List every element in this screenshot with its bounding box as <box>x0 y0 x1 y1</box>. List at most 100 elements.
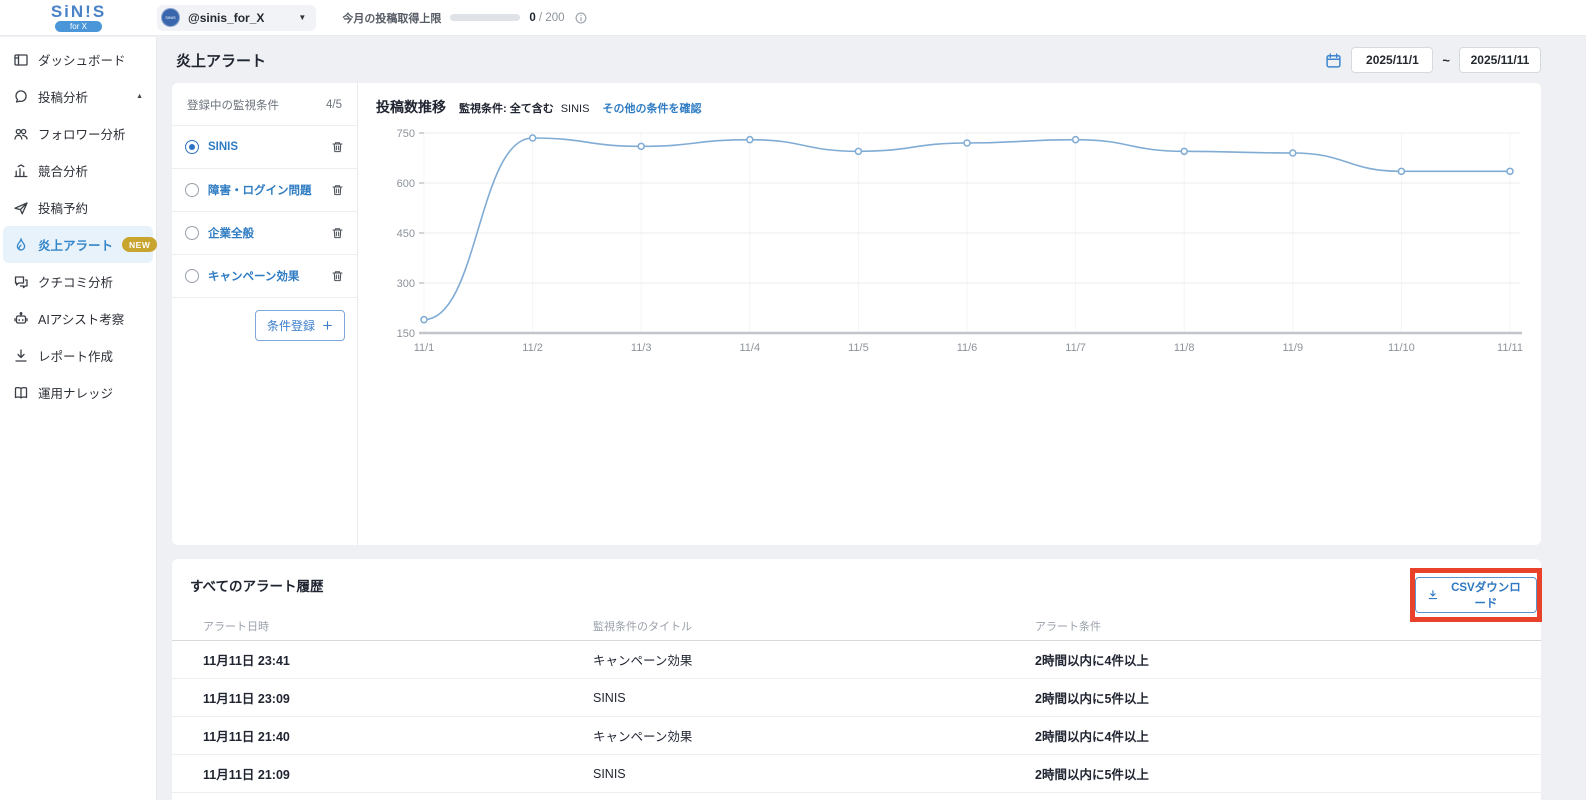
alert-history-card: すべてのアラート履歴 CSVダウンロード アラート日時 監視条件のタイトル アラ… <box>172 559 1542 800</box>
calendar-icon[interactable] <box>1325 52 1342 69</box>
sidebar-item-follower-analysis[interactable]: フォロワー分析 <box>3 115 153 152</box>
quota-progress-bar <box>450 14 521 21</box>
alert-datetime: 11月11日 21:40 <box>203 730 290 744</box>
sidebar-item-label: 炎上アラート <box>38 239 114 253</box>
register-condition-button[interactable]: 条件登録 <box>254 310 345 341</box>
app-logo[interactable]: SiN!S for X <box>0 3 157 32</box>
condition-label[interactable]: 企業全般 <box>208 225 254 241</box>
condition-label[interactable]: SINIS <box>208 141 238 153</box>
alert-datetime: 11月11日 23:09 <box>203 692 290 706</box>
svg-text:750: 750 <box>397 128 415 140</box>
condition-row[interactable]: キャンペーン効果 <box>172 254 357 297</box>
download-icon <box>1427 588 1439 602</box>
date-range-separator: ~ <box>1442 52 1450 68</box>
history-table-row: 11月11日 23:41 キャンペーン効果 2時間以内に4件以上 <box>172 641 1541 679</box>
svg-text:150: 150 <box>397 328 415 340</box>
reviews-icon <box>13 274 29 290</box>
condition-radio[interactable] <box>185 226 199 240</box>
condition-title: キャンペーン効果 <box>593 730 693 744</box>
sidebar-item-label: クチコミ分析 <box>38 276 114 290</box>
condition-title: SINIS <box>593 690 626 705</box>
svg-text:600: 600 <box>397 178 415 190</box>
flame-alert-icon <box>13 237 29 253</box>
account-avatar: SINIS <box>161 8 180 27</box>
info-icon[interactable] <box>574 11 588 25</box>
condition-label[interactable]: 障害・ログイン問題 <box>208 182 312 198</box>
csv-download-button[interactable]: CSVダウンロード <box>1415 577 1537 613</box>
main-content: 炎上アラート 2025/11/1 ~ 2025/11/11 登録中の監視条件 4… <box>158 37 1586 800</box>
condition-radio[interactable] <box>185 183 199 197</box>
sidebar-item-label: 運用ナレッジ <box>38 387 114 401</box>
quota-section: 今月の投稿取得上限 0 / 200 <box>342 10 587 26</box>
sidebar-item-label: レポート作成 <box>38 350 114 364</box>
date-from-input[interactable]: 2025/11/1 <box>1351 47 1434 73</box>
sidebar-item-flame-alert[interactable]: 炎上アラート NEW <box>3 226 158 263</box>
conditions-header: 登録中の監視条件 <box>187 100 279 112</box>
sidebar-item-competitor-analysis[interactable]: 競合分析 <box>3 152 153 189</box>
condition-row[interactable]: 障害・ログイン問題 <box>172 168 357 211</box>
history-table-row: 11月11日 21:09 SINIS 2時間以内に5件以上 <box>172 755 1541 793</box>
svg-text:11/6: 11/6 <box>957 342 978 354</box>
sidebar-item-knowledge[interactable]: 運用ナレッジ <box>3 374 153 411</box>
trash-icon[interactable] <box>331 183 344 197</box>
logo-subtitle: for X <box>55 21 102 32</box>
date-to-input[interactable]: 2025/11/11 <box>1459 47 1541 73</box>
condition-radio[interactable] <box>185 269 199 283</box>
svg-text:11/5: 11/5 <box>848 342 869 354</box>
top-bar: SiN!S for X SINIS @sinis_for_X ▼ 今月の投稿取得… <box>0 0 1586 36</box>
alert-monitor-card: 登録中の監視条件 4/5 SINIS 障害・ログイン問題 企業全般 キャンペーン効果 … <box>172 83 1541 545</box>
svg-text:300: 300 <box>397 278 415 290</box>
ai-assist-icon <box>13 311 29 327</box>
sidebar-item-label: 投稿分析 <box>38 91 89 105</box>
quota-label: 今月の投稿取得上限 <box>342 12 442 25</box>
svg-text:450: 450 <box>397 228 415 240</box>
condition-row[interactable]: SINIS <box>172 125 357 168</box>
condition-radio[interactable] <box>185 140 199 154</box>
sidebar-item-post-analysis[interactable]: 投稿分析 ▲ <box>3 78 153 115</box>
sidebar-item-label: AIアシスト考察 <box>38 313 125 327</box>
sidebar-item-label: 投稿予約 <box>38 202 89 216</box>
svg-text:11/8: 11/8 <box>1174 342 1195 354</box>
chart-filter-label: 監視条件: 全て含む <box>459 103 554 115</box>
alert-datetime: 11月11日 21:09 <box>203 768 290 782</box>
svg-text:11/9: 11/9 <box>1283 342 1304 354</box>
sidebar: ダッシュボード 投稿分析 ▲ フォロワー分析 競合分析投稿予約炎上アラート NEW クチコミ… <box>0 37 158 800</box>
account-selector[interactable]: SINIS @sinis_for_X ▼ <box>157 4 317 31</box>
post-schedule-icon <box>13 200 29 216</box>
chart-filter-value: SINIS <box>560 103 590 115</box>
history-title: すべてのアラート履歴 <box>190 579 324 594</box>
svg-text:11/4: 11/4 <box>740 342 761 354</box>
csv-button-highlight-annotation: CSVダウンロード <box>1410 568 1542 622</box>
sidebar-item-label: ダッシュボード <box>38 54 126 68</box>
sidebar-item-label: フォロワー分析 <box>38 128 126 142</box>
competitor-analysis-icon <box>13 163 29 179</box>
svg-text:11/10: 11/10 <box>1388 342 1415 354</box>
plus-icon <box>322 320 333 331</box>
condition-label[interactable]: キャンペーン効果 <box>208 268 299 284</box>
alert-condition: 2時間以内に4件以上 <box>1035 654 1149 668</box>
svg-text:11/11: 11/11 <box>1497 342 1523 354</box>
conditions-count: 4/5 <box>326 99 342 111</box>
sidebar-item-post-schedule[interactable]: 投稿予約 <box>3 189 153 226</box>
page-title: 炎上アラート <box>176 52 267 70</box>
sidebar-item-ai-assist[interactable]: AIアシスト考察 <box>3 300 153 337</box>
trash-icon[interactable] <box>331 140 344 154</box>
post-trend-chart: 150 300 450 600 750 11/1 11/2 11/3 11/4 11/5 11/6 1… <box>376 121 1535 370</box>
svg-text:11/3: 11/3 <box>631 342 652 354</box>
alert-datetime: 11月11日 23:41 <box>203 654 290 668</box>
sidebar-item-report[interactable]: レポート作成 <box>3 337 153 374</box>
condition-row[interactable]: 企業全般 <box>172 211 357 254</box>
sidebar-item-dashboard[interactable]: ダッシュボード <box>3 41 153 78</box>
svg-text:11/1: 11/1 <box>414 342 435 354</box>
collapse-arrow-icon[interactable]: ▲ <box>136 93 143 100</box>
trash-icon[interactable] <box>331 226 344 240</box>
other-conditions-link[interactable]: その他の条件を確認 <box>602 100 701 116</box>
sidebar-item-label: 競合分析 <box>38 165 89 179</box>
alert-condition: 2時間以内に4件以上 <box>1035 730 1149 744</box>
alert-condition: 2時間以内に5件以上 <box>1035 692 1149 706</box>
follower-analysis-icon <box>13 126 29 142</box>
sidebar-item-reviews[interactable]: クチコミ分析 <box>3 263 153 300</box>
chevron-down-icon: ▼ <box>298 13 307 22</box>
trash-icon[interactable] <box>331 269 344 283</box>
post-analysis-icon <box>13 89 29 105</box>
